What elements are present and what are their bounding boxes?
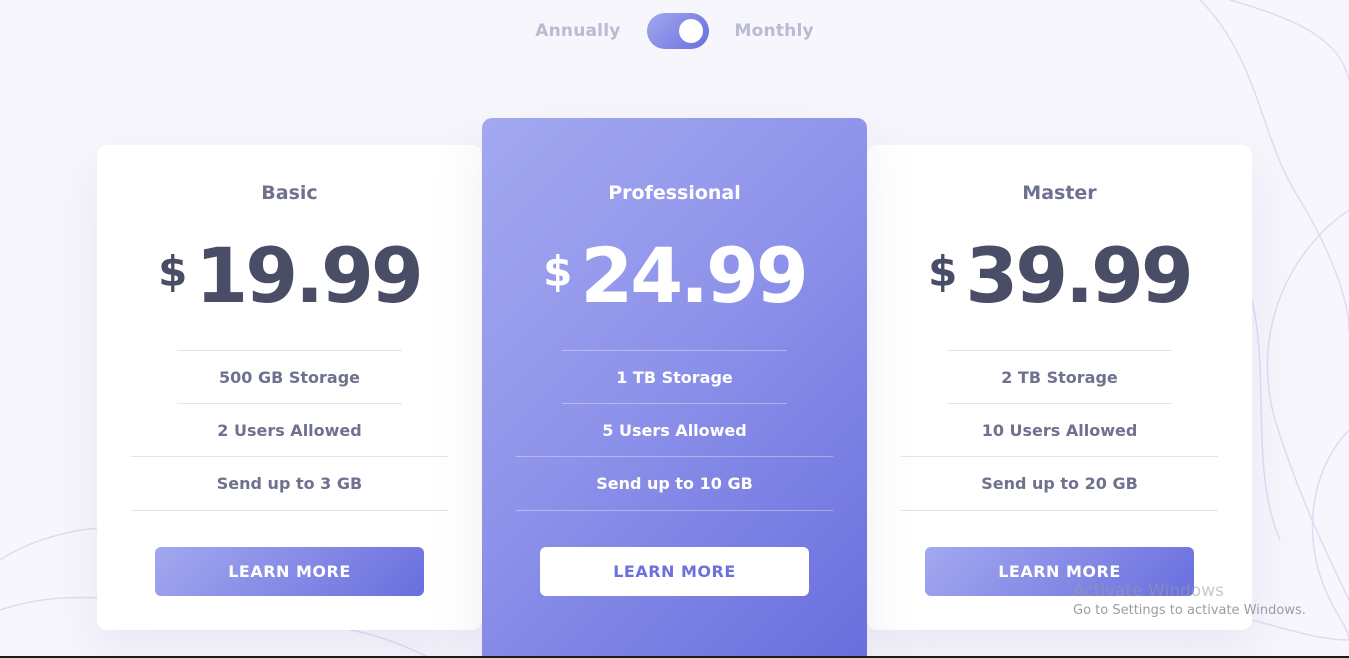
plan-name: Master: [1022, 182, 1097, 204]
feature-send-limit: Send up to 3 GB: [131, 457, 448, 511]
plan-card-professional: Professional $ 24.99 1 TB Storage 5 User…: [482, 118, 867, 658]
feature-storage: 2 TB Storage: [947, 350, 1172, 404]
currency-symbol: $: [543, 246, 573, 296]
feature-list: 500 GB Storage 2 Users Allowed Send up t…: [131, 350, 448, 511]
billing-period-switch[interactable]: [646, 13, 709, 49]
learn-more-button-professional[interactable]: LEARN MORE: [540, 547, 809, 596]
plan-price: $ 39.99: [867, 233, 1252, 319]
plan-price: $ 24.99: [482, 233, 867, 319]
switch-knob: [678, 19, 703, 43]
learn-more-button-master[interactable]: LEARN MORE: [925, 547, 1194, 596]
currency-symbol: $: [928, 246, 958, 296]
feature-users: 10 Users Allowed: [901, 404, 1218, 457]
feature-list: 2 TB Storage 10 Users Allowed Send up to…: [901, 350, 1218, 511]
feature-storage: 500 GB Storage: [177, 350, 402, 404]
plan-card-basic: Basic $ 19.99 500 GB Storage 2 Users All…: [97, 145, 482, 630]
plan-name: Basic: [261, 182, 318, 204]
feature-send-limit: Send up to 10 GB: [516, 457, 833, 511]
learn-more-button-basic[interactable]: LEARN MORE: [155, 547, 424, 596]
price-amount: 24.99: [580, 231, 808, 320]
plan-price: $ 19.99: [97, 233, 482, 319]
billing-toggle-bar: Annually Monthly: [0, 12, 1349, 50]
price-amount: 39.99: [965, 231, 1193, 320]
plan-name: Professional: [608, 182, 741, 204]
feature-list: 1 TB Storage 5 Users Allowed Send up to …: [516, 350, 833, 511]
plan-card-master: Master $ 39.99 2 TB Storage 10 Users All…: [867, 145, 1252, 630]
feature-send-limit: Send up to 20 GB: [901, 457, 1218, 511]
annually-label[interactable]: Annually: [535, 21, 620, 41]
pricing-page: Annually Monthly Basic $ 19.99 500 GB St…: [0, 0, 1349, 658]
price-amount: 19.99: [195, 231, 423, 320]
feature-users: 5 Users Allowed: [516, 404, 833, 457]
feature-users: 2 Users Allowed: [131, 404, 448, 457]
feature-storage: 1 TB Storage: [562, 350, 787, 404]
monthly-label[interactable]: Monthly: [735, 21, 814, 41]
currency-symbol: $: [158, 246, 188, 296]
